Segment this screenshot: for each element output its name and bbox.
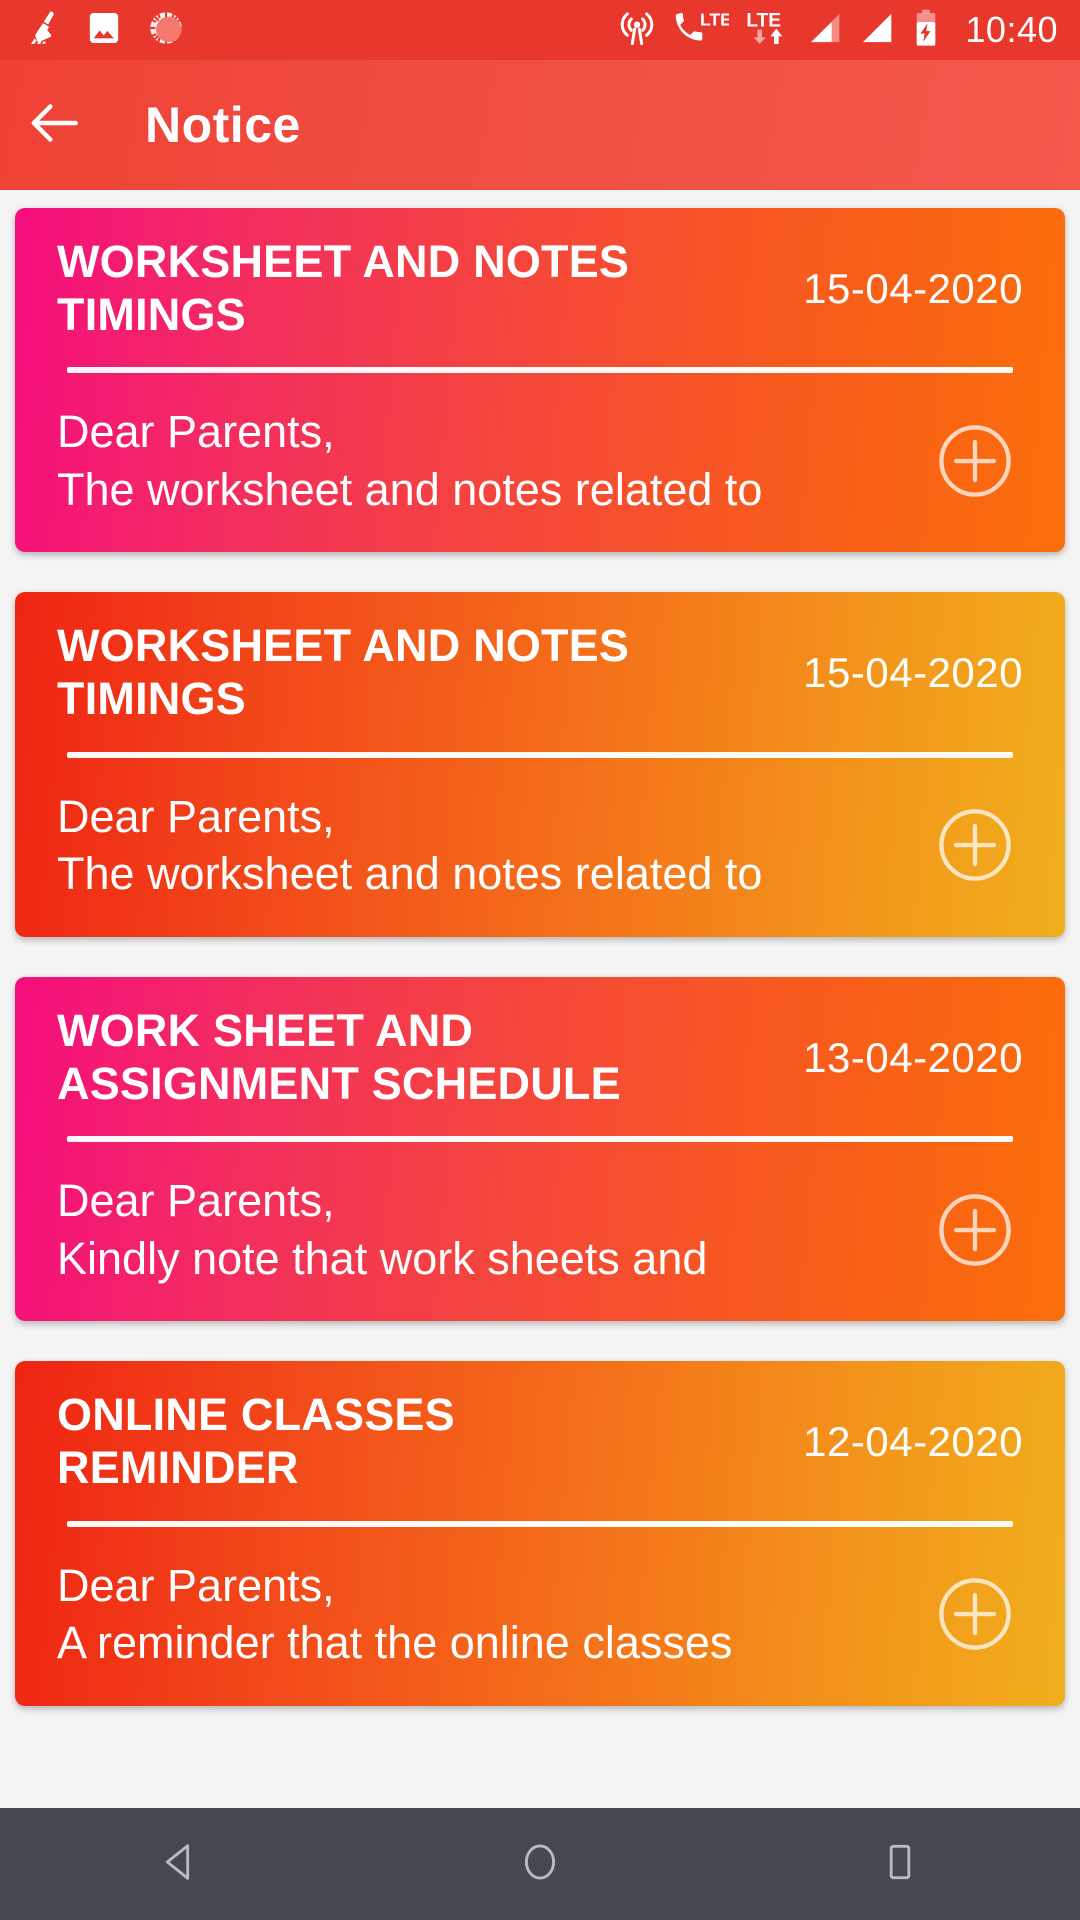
notice-date: 12-04-2020 (803, 1418, 1023, 1466)
page-title: Notice (145, 97, 301, 153)
hotspot-icon (617, 8, 657, 53)
notice-card-body: Dear Parents, The worksheet and notes re… (57, 788, 1023, 903)
system-navigation-bar (0, 1808, 1080, 1920)
notice-list[interactable]: WORKSHEET AND NOTES TIMINGS 15-04-2020 D… (0, 190, 1080, 1830)
notice-title: WORKSHEET AND NOTES TIMINGS (57, 620, 630, 725)
home-circle-icon (517, 1839, 563, 1890)
notice-divider (67, 751, 1013, 758)
status-bar-clock: 10:40 (965, 9, 1058, 50)
plus-circle-icon[interactable] (933, 1572, 1017, 1656)
notice-title: ONLINE CLASSES REMINDER (57, 1389, 455, 1494)
gallery-image-icon (84, 8, 124, 53)
status-bar-system-icons: LTE LTE 10:40 (617, 8, 1058, 53)
recents-square-icon (877, 1839, 923, 1890)
notice-date: 15-04-2020 (803, 264, 1023, 312)
notice-card[interactable]: WORKSHEET AND NOTES TIMINGS 15-04-2020 D… (15, 208, 1065, 553)
notice-card-body: Dear Parents, The worksheet and notes re… (57, 403, 1023, 518)
loading-spinner-icon (146, 8, 186, 53)
notice-card[interactable]: WORK SHEET AND ASSIGNMENT SCHEDULE 13-04… (15, 976, 1065, 1322)
notice-card-header: WORKSHEET AND NOTES TIMINGS 15-04-2020 (57, 620, 1023, 725)
nav-home-button[interactable] (440, 1808, 640, 1920)
arrow-left-icon (24, 92, 86, 159)
status-bar: LTE LTE 10:40 (0, 0, 1080, 60)
plus-circle-icon[interactable] (933, 1188, 1017, 1272)
volte-call-icon: LTE (671, 8, 732, 53)
notice-card[interactable]: ONLINE CLASSES REMINDER 12-04-2020 Dear … (15, 1361, 1065, 1706)
back-triangle-icon (157, 1839, 203, 1890)
broom-clean-icon (22, 8, 62, 53)
notice-description: Dear Parents, The worksheet and notes re… (57, 790, 763, 900)
toolbar-back-button[interactable] (0, 60, 110, 190)
notice-card-header: WORKSHEET AND NOTES TIMINGS 15-04-2020 (57, 236, 1023, 341)
notice-title: WORK SHEET AND ASSIGNMENT SCHEDULE (57, 1004, 621, 1109)
notice-card-header: WORK SHEET AND ASSIGNMENT SCHEDULE 13-04… (57, 1005, 1023, 1110)
notice-description: Dear Parents, The worksheet and notes re… (57, 406, 763, 515)
plus-circle-icon[interactable] (933, 803, 1017, 887)
notice-date: 15-04-2020 (803, 649, 1023, 697)
app-toolbar: Notice (0, 60, 1080, 190)
notice-card-body: Dear Parents, Kindly note that work shee… (57, 1172, 1023, 1287)
battery-charging-icon (911, 8, 941, 53)
notice-title: WORKSHEET AND NOTES TIMINGS (57, 236, 630, 340)
signal-bar-sim1-icon (807, 8, 845, 53)
svg-text:LTE: LTE (700, 9, 729, 29)
notice-card[interactable]: WORKSHEET AND NOTES TIMINGS 15-04-2020 D… (15, 592, 1065, 937)
svg-text:LTE: LTE (747, 10, 782, 31)
app-screen: LTE LTE 10:40 Notice WORKSHEET AND NOTES… (0, 0, 1080, 1920)
notice-card-body: Dear Parents, A reminder that the online… (57, 1557, 1023, 1672)
notice-card-header: ONLINE CLASSES REMINDER 12-04-2020 (57, 1389, 1023, 1494)
notice-divider (67, 367, 1013, 374)
notice-divider (67, 1520, 1013, 1527)
notice-divider (67, 1136, 1013, 1143)
plus-circle-icon[interactable] (933, 419, 1017, 503)
nav-recents-button[interactable] (800, 1808, 1000, 1920)
signal-bar-sim2-icon (859, 8, 897, 53)
notice-description: Dear Parents, Kindly note that work shee… (57, 1175, 708, 1284)
nav-back-button[interactable] (80, 1808, 280, 1920)
notice-date: 13-04-2020 (803, 1033, 1023, 1081)
notice-description: Dear Parents, A reminder that the online… (57, 1559, 733, 1669)
status-bar-notification-icons (22, 8, 186, 53)
lte-data-icon: LTE (743, 8, 793, 53)
